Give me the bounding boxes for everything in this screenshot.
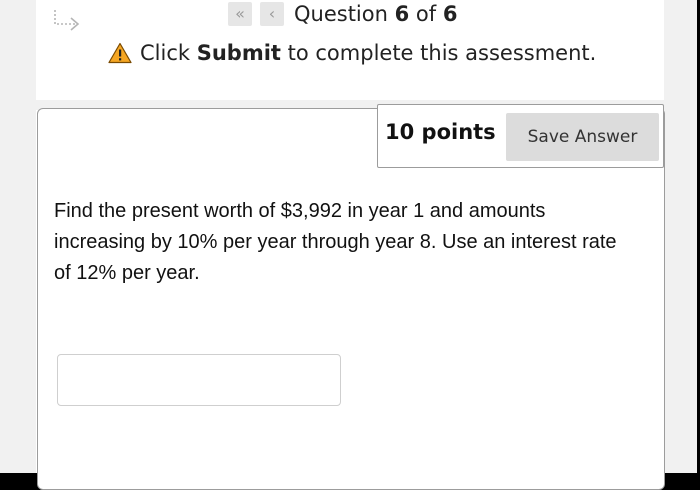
double-chevron-left-icon[interactable]: «	[228, 2, 252, 26]
question-counter: Question 6 of 6	[294, 2, 457, 26]
notice-suffix: to complete this assessment.	[280, 41, 597, 65]
return-arrow-icon	[54, 10, 80, 31]
chevron-left-icon[interactable]: ‹	[260, 2, 284, 26]
right-margin	[664, 0, 697, 473]
notice-text: Click Submit to complete this assessment…	[140, 41, 596, 65]
points-header: 10 points Save Answer	[377, 104, 664, 168]
submit-notice: Click Submit to complete this assessment…	[108, 38, 596, 68]
assessment-sheet: « ‹ Question 6 of 6 Click Submit to comp…	[0, 0, 697, 490]
warning-icon	[108, 42, 132, 64]
answer-input[interactable]	[57, 354, 341, 406]
question-of: of	[409, 2, 443, 26]
question-text: Find the present worth of $3,992 in year…	[54, 200, 617, 284]
notice-submit-emphasis: Submit	[196, 41, 281, 65]
question-navigation: « ‹ Question 6 of 6	[228, 0, 457, 28]
question-prefix: Question	[294, 2, 395, 26]
question-current: 6	[394, 2, 410, 26]
save-answer-button[interactable]: Save Answer	[506, 113, 659, 161]
notice-prefix: Click	[140, 41, 197, 65]
question-total: 6	[442, 2, 458, 26]
left-margin	[0, 0, 36, 473]
page: « ‹ Question 6 of 6 Click Submit to comp…	[0, 0, 700, 490]
points-label: 10 points	[385, 120, 496, 144]
